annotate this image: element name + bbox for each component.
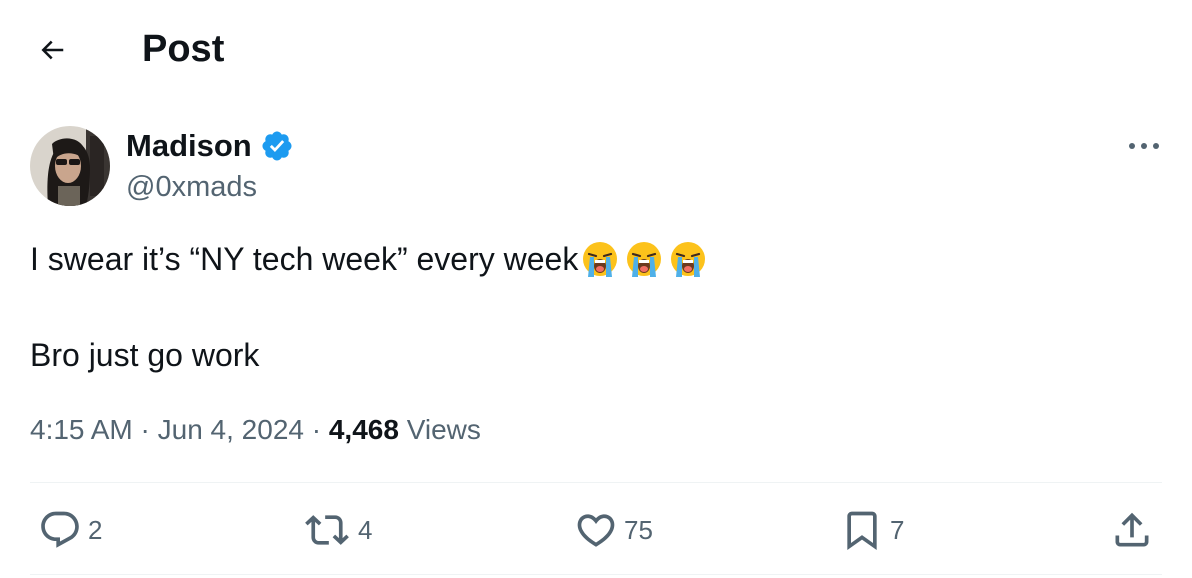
like-button[interactable]: 75 bbox=[574, 508, 653, 552]
avatar[interactable] bbox=[30, 126, 110, 206]
tweet-time[interactable]: 4:15 AM bbox=[30, 414, 133, 445]
more-dots-icon bbox=[1129, 143, 1159, 149]
back-button[interactable] bbox=[30, 28, 74, 72]
tweet-text: I swear it’s “NY tech week” every week B… bbox=[30, 236, 1160, 373]
share-icon bbox=[1115, 512, 1149, 547]
views-count: 4,468 bbox=[328, 414, 399, 445]
reply-button[interactable]: 2 bbox=[38, 508, 102, 552]
avatar-photo bbox=[30, 126, 110, 206]
tweet-date[interactable]: Jun 4, 2024 bbox=[158, 414, 304, 445]
tweet-line-1-text: I swear it’s “NY tech week” every week bbox=[30, 241, 579, 277]
more-options-button[interactable] bbox=[1124, 132, 1164, 160]
repost-button[interactable]: 4 bbox=[302, 508, 372, 552]
page-title: Post bbox=[142, 28, 225, 70]
repost-count: 4 bbox=[358, 514, 373, 545]
like-count: 75 bbox=[624, 514, 653, 545]
reply-icon bbox=[41, 511, 79, 548]
divider bbox=[30, 482, 1162, 483]
verified-badge-icon[interactable] bbox=[260, 129, 294, 163]
loudly-crying-face-icon bbox=[627, 242, 662, 277]
author-name-row: Madison bbox=[126, 126, 294, 166]
tweet-meta: 4:15 AM · Jun 4, 2024 · 4,468 Views bbox=[30, 410, 481, 450]
author-display-name[interactable]: Madison bbox=[126, 126, 252, 166]
bookmark-button[interactable]: 7 bbox=[840, 508, 904, 552]
share-button[interactable] bbox=[1110, 508, 1154, 552]
tweet-line-1: I swear it’s “NY tech week” every week bbox=[30, 236, 1160, 282]
tweet-line-2: Bro just go work bbox=[30, 337, 260, 373]
loudly-crying-face-icon bbox=[671, 242, 706, 277]
emoji-group bbox=[580, 239, 708, 279]
bookmark-count: 7 bbox=[890, 514, 905, 545]
divider bbox=[30, 574, 1162, 575]
page-header: Post bbox=[0, 0, 1192, 100]
arrow-left-icon bbox=[41, 40, 64, 60]
meta-separator: · bbox=[303, 414, 329, 445]
repost-icon bbox=[305, 515, 349, 545]
heart-icon bbox=[577, 514, 615, 547]
loudly-crying-face-icon bbox=[583, 242, 618, 277]
reply-count: 2 bbox=[88, 514, 103, 545]
author-handle[interactable]: @0xmads bbox=[126, 168, 257, 206]
bookmark-icon bbox=[847, 511, 877, 551]
meta-separator: · bbox=[132, 414, 158, 445]
views-label: Views bbox=[406, 414, 481, 445]
action-bar: 2 4 75 7 bbox=[0, 500, 1192, 558]
